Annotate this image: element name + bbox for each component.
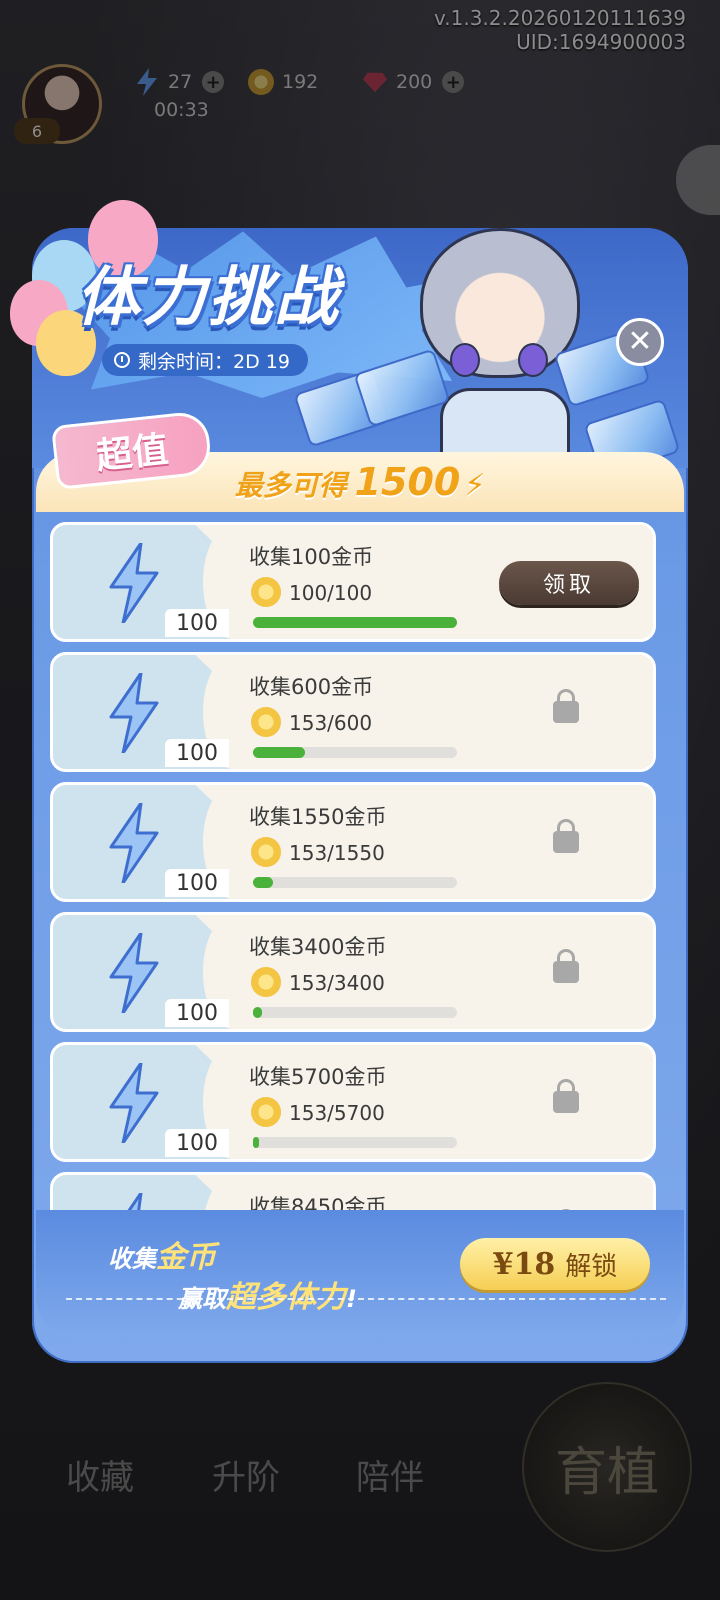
task-title: 收集100金币 [249,545,374,569]
coin-icon [251,967,281,997]
progress-text: 153/1550 [289,841,385,865]
reward-count: 100 [165,1129,229,1157]
clock-icon [114,352,130,368]
popup-title: 体力挑战 [76,261,340,335]
progress-bar [253,877,457,888]
task-card: 100 收集3400金币 153/3400 [50,912,656,1032]
task-title: 收集8450金币 [249,1195,387,1212]
lightning-icon [105,801,161,885]
footer-line2: 赢取超多体力! [178,1280,357,1315]
lightning-icon [105,931,161,1015]
unlock-price: ¥18 [492,1246,556,1282]
lightning-icon [105,1061,161,1145]
progress-fill [253,1007,263,1018]
remaining-time: 剩余时间：2D 19 [102,344,308,376]
progress-fill [253,747,306,758]
lock-icon [553,1079,579,1113]
max-text: 最多可得 [234,469,347,502]
lightning-icon [105,541,161,625]
reward-count: 100 [165,739,229,767]
lock-icon [553,949,579,983]
task-card: 100 收集5700金币 153/5700 [50,1042,656,1162]
lock-icon [553,819,579,853]
progress-text: 100/100 [289,581,373,605]
unlock-button[interactable]: ¥18 解锁 [460,1238,650,1290]
progress-fill [253,1137,259,1148]
progress-bar [253,617,457,628]
reward-count: 100 [165,869,229,897]
lightning-icon [105,671,161,755]
task-title: 收集600金币 [249,675,374,699]
task-card: 100收集8450金币153/8450 [50,1172,656,1212]
progress-bar [253,747,457,758]
footer-divider [66,1298,666,1300]
footer-line1: 收集金币 [108,1240,216,1275]
close-button[interactable]: ✕ [616,318,664,366]
task-card: 100 收集1550金币 153/1550 [50,782,656,902]
max-reward-label: 最多可得 1500 ⚡ [235,460,486,504]
task-title: 收集3400金币 [249,935,387,959]
max-amount: 1500 [354,460,461,504]
progress-text: 153/3400 [289,971,385,995]
progress-text: 153/5700 [289,1101,385,1125]
reward-count: 100 [165,999,229,1027]
remaining-time-text: 剩余时间：2D 19 [138,350,290,373]
progress-bar [253,1007,457,1018]
lock-icon [553,689,579,723]
task-card: 100 收集100金币 100/100 领取 [50,522,656,642]
progress-bar [253,1137,457,1148]
reward-count: 100 [165,609,229,637]
progress-fill [253,617,457,628]
progress-text: 153/600 [289,711,373,735]
lightning-icon: ⚡ [464,468,486,503]
coin-icon [251,1097,281,1127]
coin-icon [251,577,281,607]
task-card: 100 收集600金币 153/600 [50,652,656,772]
unlock-label: 解锁 [565,1251,618,1282]
close-icon: ✕ [627,324,653,359]
task-title: 收集5700金币 [249,1065,387,1089]
coin-icon [251,707,281,737]
coin-icon [251,837,281,867]
claim-button[interactable]: 领取 [499,561,639,605]
task-list[interactable]: 100 收集100金币 100/100 领取 100 收集600金币 153/600 100 收… [50,522,656,1212]
progress-fill [253,877,274,888]
mascot-character [400,218,600,468]
popup-footer: 收集金币 赢取超多体力! ¥18 解锁 [36,1210,684,1338]
task-title: 收集1550金币 [249,805,387,829]
